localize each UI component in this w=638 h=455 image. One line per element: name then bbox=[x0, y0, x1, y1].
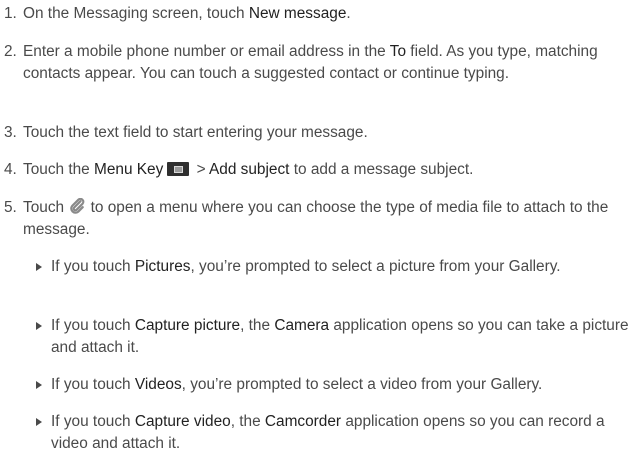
bullet-text: If you touch Pictures, you’re prompted t… bbox=[51, 258, 561, 275]
option-bullet-1: If you touch Pictures, you’re prompted t… bbox=[36, 256, 634, 278]
option-bullet-2: If you touch Capture picture, the Camera… bbox=[36, 315, 634, 358]
step-number: 5. bbox=[4, 199, 17, 216]
step-text: Touch the Menu Key > Add subject to add … bbox=[23, 161, 474, 178]
step-5: 5. Touch to open a menu where you can ch… bbox=[4, 197, 634, 240]
step-1: 1. On the Messaging screen, touch New me… bbox=[4, 3, 634, 25]
triangle-bullet-icon bbox=[36, 381, 42, 389]
bullet-text: If you touch Capture video, the Camcorde… bbox=[51, 413, 605, 452]
step-number: 3. bbox=[4, 124, 17, 141]
step-text: Enter a mobile phone number or email add… bbox=[23, 43, 598, 82]
step-number: 1. bbox=[4, 5, 17, 22]
step-text: Touch the text field to start entering y… bbox=[23, 124, 368, 141]
triangle-bullet-icon bbox=[36, 418, 42, 426]
option-bullet-4: If you touch Capture video, the Camcorde… bbox=[36, 411, 634, 454]
ui-term: Capture picture bbox=[134, 317, 241, 334]
bullet-text: If you touch Capture picture, the Camera… bbox=[51, 317, 629, 356]
option-bullet-3: If you touch Videos, you’re prompted to … bbox=[36, 374, 634, 396]
step-number: 4. bbox=[4, 161, 17, 178]
ui-term: Camcorder bbox=[264, 413, 342, 430]
paperclip-icon bbox=[70, 198, 85, 214]
ui-term: Add subject bbox=[209, 161, 290, 178]
triangle-bullet-icon bbox=[36, 322, 42, 330]
ui-term: Videos bbox=[134, 376, 182, 393]
step-text: Touch to open a menu where you can choos… bbox=[23, 198, 609, 238]
ui-term: Camera bbox=[274, 317, 330, 334]
step-4: 4. Touch the Menu Key > Add subject to a… bbox=[4, 159, 634, 181]
ui-term: New message bbox=[248, 5, 347, 22]
step-3: 3. Touch the text field to start enterin… bbox=[4, 122, 634, 144]
menu-key-icon bbox=[167, 162, 190, 176]
ui-term: Capture video bbox=[134, 413, 231, 430]
ui-term: To bbox=[389, 43, 407, 60]
ui-term: Menu Key bbox=[94, 161, 164, 178]
ui-term: Pictures bbox=[134, 258, 191, 275]
bullet-text: If you touch Videos, you’re prompted to … bbox=[51, 376, 543, 393]
triangle-bullet-icon bbox=[36, 263, 42, 271]
step-text: On the Messaging screen, touch New messa… bbox=[23, 5, 351, 22]
step-number: 2. bbox=[4, 43, 17, 60]
step-2: 2. Enter a mobile phone number or email … bbox=[4, 41, 634, 84]
